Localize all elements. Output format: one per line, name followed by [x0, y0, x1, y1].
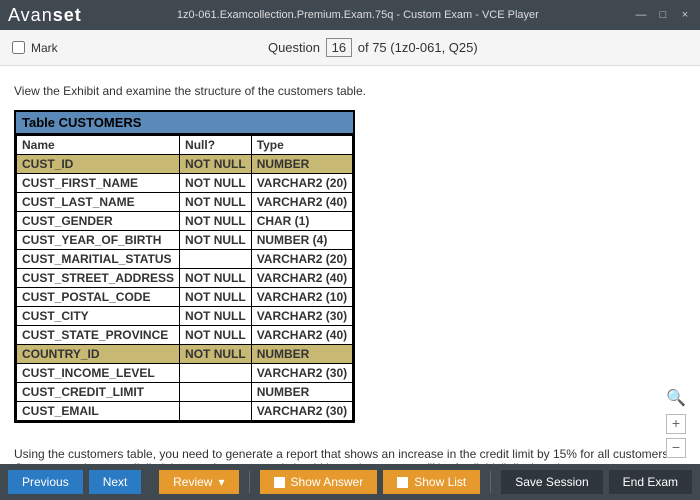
table-row: CUST_INCOME_LEVEL VARCHAR2 (30)	[17, 364, 353, 383]
previous-button[interactable]: Previous	[8, 470, 83, 494]
close-icon[interactable]: ×	[678, 9, 692, 21]
table-row: CUST_CREDIT_LIMIT NUMBER	[17, 383, 353, 402]
table-cell: NOT NULL	[180, 269, 252, 288]
table-cell: VARCHAR2 (40)	[251, 326, 352, 345]
table-cell: CUST_STATE_PROVINCE	[17, 326, 180, 345]
table-cell: NOT NULL	[180, 288, 252, 307]
chevron-down-icon: ▾	[218, 475, 224, 489]
table-cell: CUST_ID	[17, 155, 180, 174]
table-row: CUST_IDNOT NULLNUMBER	[17, 155, 353, 174]
table-row: COUNTRY_IDNOT NULLNUMBER	[17, 345, 353, 364]
end-exam-button[interactable]: End Exam	[609, 470, 692, 494]
next-button[interactable]: Next	[89, 470, 142, 494]
table-cell: CHAR (1)	[251, 212, 352, 231]
show-answer-button[interactable]: Show Answer	[260, 470, 378, 494]
table-cell: CUST_STREET_ADDRESS	[17, 269, 180, 288]
table-row: CUST_STREET_ADDRESSNOT NULLVARCHAR2 (40)	[17, 269, 353, 288]
checkbox-icon	[397, 477, 408, 488]
table-cell: CUST_YEAR_OF_BIRTH	[17, 231, 180, 250]
table-cell: CUST_CITY	[17, 307, 180, 326]
save-session-button[interactable]: Save Session	[501, 470, 602, 494]
zoom-controls: 🔍 + −	[666, 388, 686, 458]
table-title: Table CUSTOMERS	[16, 112, 353, 135]
table-cell: CUST_EMAIL	[17, 402, 180, 421]
scenario-text: Using the customers table, you need to g…	[14, 447, 686, 464]
table-cell: CUST_GENDER	[17, 212, 180, 231]
table-row: CUST_MARITIAL_STATUS VARCHAR2 (20)	[17, 250, 353, 269]
minimize-icon[interactable]: —	[634, 9, 648, 21]
table-cell: VARCHAR2 (30)	[251, 307, 352, 326]
table-cell: NOT NULL	[180, 155, 252, 174]
window-controls: — □ ×	[634, 9, 692, 21]
table-cell	[180, 383, 252, 402]
exhibit-instruction: View the Exhibit and examine the structu…	[14, 84, 686, 98]
table-cell	[180, 402, 252, 421]
table-cell	[180, 250, 252, 269]
customers-table: Table CUSTOMERS NameNull?TypeCUST_IDNOT …	[14, 110, 355, 423]
table-row: CUST_CITYNOT NULLVARCHAR2 (30)	[17, 307, 353, 326]
table-cell: NOT NULL	[180, 345, 252, 364]
footer-toolbar: Previous Next Review ▾ Show Answer Show …	[0, 464, 700, 500]
window-title: 1z0-061.Examcollection.Premium.Exam.75q …	[82, 9, 634, 21]
table-cell	[180, 364, 252, 383]
mark-label: Mark	[31, 41, 58, 55]
table-cell: CUST_POSTAL_CODE	[17, 288, 180, 307]
table-cell: CUST_LAST_NAME	[17, 193, 180, 212]
table-cell: CUST_MARITIAL_STATUS	[17, 250, 180, 269]
table-row: CUST_EMAIL VARCHAR2 (30)	[17, 402, 353, 421]
table-cell: NOT NULL	[180, 193, 252, 212]
app-logo: Avanset	[8, 5, 82, 26]
question-number: 16	[326, 38, 352, 57]
table-cell: NOT NULL	[180, 212, 252, 231]
mark-checkbox[interactable]	[12, 41, 25, 54]
titlebar: Avanset 1z0-061.Examcollection.Premium.E…	[0, 0, 700, 30]
table-cell: NOT NULL	[180, 326, 252, 345]
table-cell: CUST_FIRST_NAME	[17, 174, 180, 193]
table-cell: VARCHAR2 (40)	[251, 269, 352, 288]
table-row: CUST_GENDERNOT NULLCHAR (1)	[17, 212, 353, 231]
review-button[interactable]: Review ▾	[159, 470, 238, 494]
zoom-out-button[interactable]: −	[666, 438, 686, 458]
question-content[interactable]: View the Exhibit and examine the structu…	[0, 66, 700, 464]
table-cell: NUMBER (4)	[251, 231, 352, 250]
table-row: CUST_STATE_PROVINCENOT NULLVARCHAR2 (40)	[17, 326, 353, 345]
table-row: CUST_FIRST_NAMENOT NULLVARCHAR2 (20)	[17, 174, 353, 193]
table-row: CUST_POSTAL_CODENOT NULLVARCHAR2 (10)	[17, 288, 353, 307]
table-cell: NOT NULL	[180, 307, 252, 326]
maximize-icon[interactable]: □	[656, 9, 670, 21]
zoom-in-button[interactable]: +	[666, 414, 686, 434]
table-cell: VARCHAR2 (20)	[251, 174, 352, 193]
table-cell: NUMBER	[251, 345, 352, 364]
question-bar: Mark Question 16 of 75 (1z0-061, Q25)	[0, 30, 700, 66]
table-header-cell: Type	[251, 136, 352, 155]
table-cell: NOT NULL	[180, 174, 252, 193]
separator	[490, 471, 491, 493]
checkbox-icon	[274, 477, 285, 488]
show-list-button[interactable]: Show List	[383, 470, 480, 494]
separator	[249, 471, 250, 493]
table-cell: CUST_CREDIT_LIMIT	[17, 383, 180, 402]
table-header-cell: Name	[17, 136, 180, 155]
magnify-icon[interactable]: 🔍	[666, 388, 686, 408]
table-cell: VARCHAR2 (30)	[251, 364, 352, 383]
table-row: CUST_YEAR_OF_BIRTHNOT NULLNUMBER (4)	[17, 231, 353, 250]
table-cell: COUNTRY_ID	[17, 345, 180, 364]
table-cell: NUMBER	[251, 383, 352, 402]
table-cell: VARCHAR2 (40)	[251, 193, 352, 212]
table-cell: NOT NULL	[180, 231, 252, 250]
table-cell: VARCHAR2 (30)	[251, 402, 352, 421]
table-cell: CUST_INCOME_LEVEL	[17, 364, 180, 383]
table-cell: NUMBER	[251, 155, 352, 174]
table-cell: VARCHAR2 (20)	[251, 250, 352, 269]
table-header-cell: Null?	[180, 136, 252, 155]
table-row: CUST_LAST_NAMENOT NULLVARCHAR2 (40)	[17, 193, 353, 212]
table-cell: VARCHAR2 (10)	[251, 288, 352, 307]
question-counter: Question 16 of 75 (1z0-061, Q25)	[58, 38, 688, 57]
